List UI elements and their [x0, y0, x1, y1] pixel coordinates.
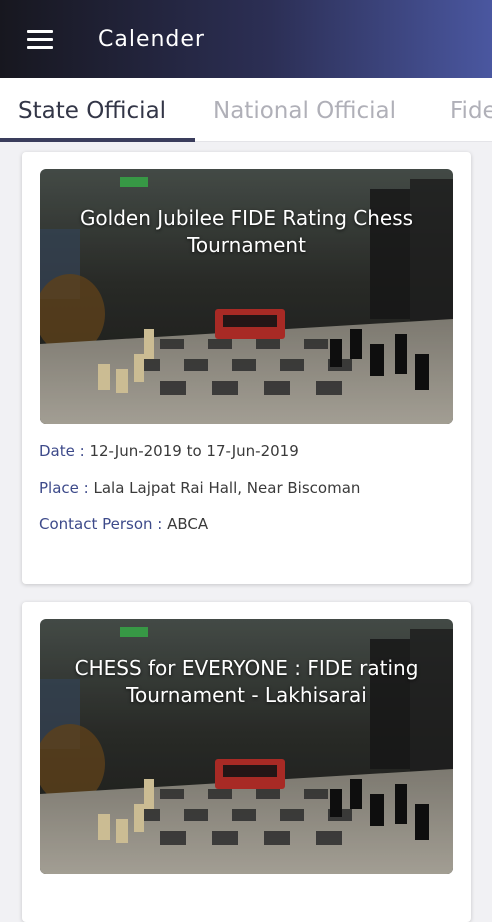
tab-national-official[interactable]: National Official	[213, 98, 396, 124]
event-place: Place : Lala Lajpat Rai Hall, Near Bisco…	[39, 479, 361, 497]
event-contact-person: Contact Person : ABCA	[39, 515, 209, 533]
active-tab-indicator	[0, 138, 195, 142]
event-date: Date : 12-Jun-2019 to 17-Jun-2019	[39, 442, 299, 460]
tab-state-official[interactable]: State Official	[18, 98, 166, 124]
tab-bar: State Official National Official Fide	[0, 78, 492, 142]
page-title: Calender	[98, 26, 205, 52]
app-bar: Calender	[0, 0, 492, 78]
event-banner-image[interactable]: Golden Jubilee FIDE Rating Chess Tournam…	[40, 169, 453, 424]
event-card[interactable]: Golden Jubilee FIDE Rating Chess Tournam…	[22, 152, 471, 584]
event-banner-image[interactable]: CHESS for EVERYONE : FIDE rating Tournam…	[40, 619, 453, 874]
event-title: Golden Jubilee FIDE Rating Chess Tournam…	[79, 206, 414, 257]
hamburger-menu-icon[interactable]	[12, 11, 68, 67]
event-title: CHESS for EVERYONE : FIDE rating Tournam…	[74, 656, 419, 707]
event-card[interactable]: CHESS for EVERYONE : FIDE rating Tournam…	[22, 602, 471, 922]
tab-fide[interactable]: Fide	[450, 98, 492, 124]
